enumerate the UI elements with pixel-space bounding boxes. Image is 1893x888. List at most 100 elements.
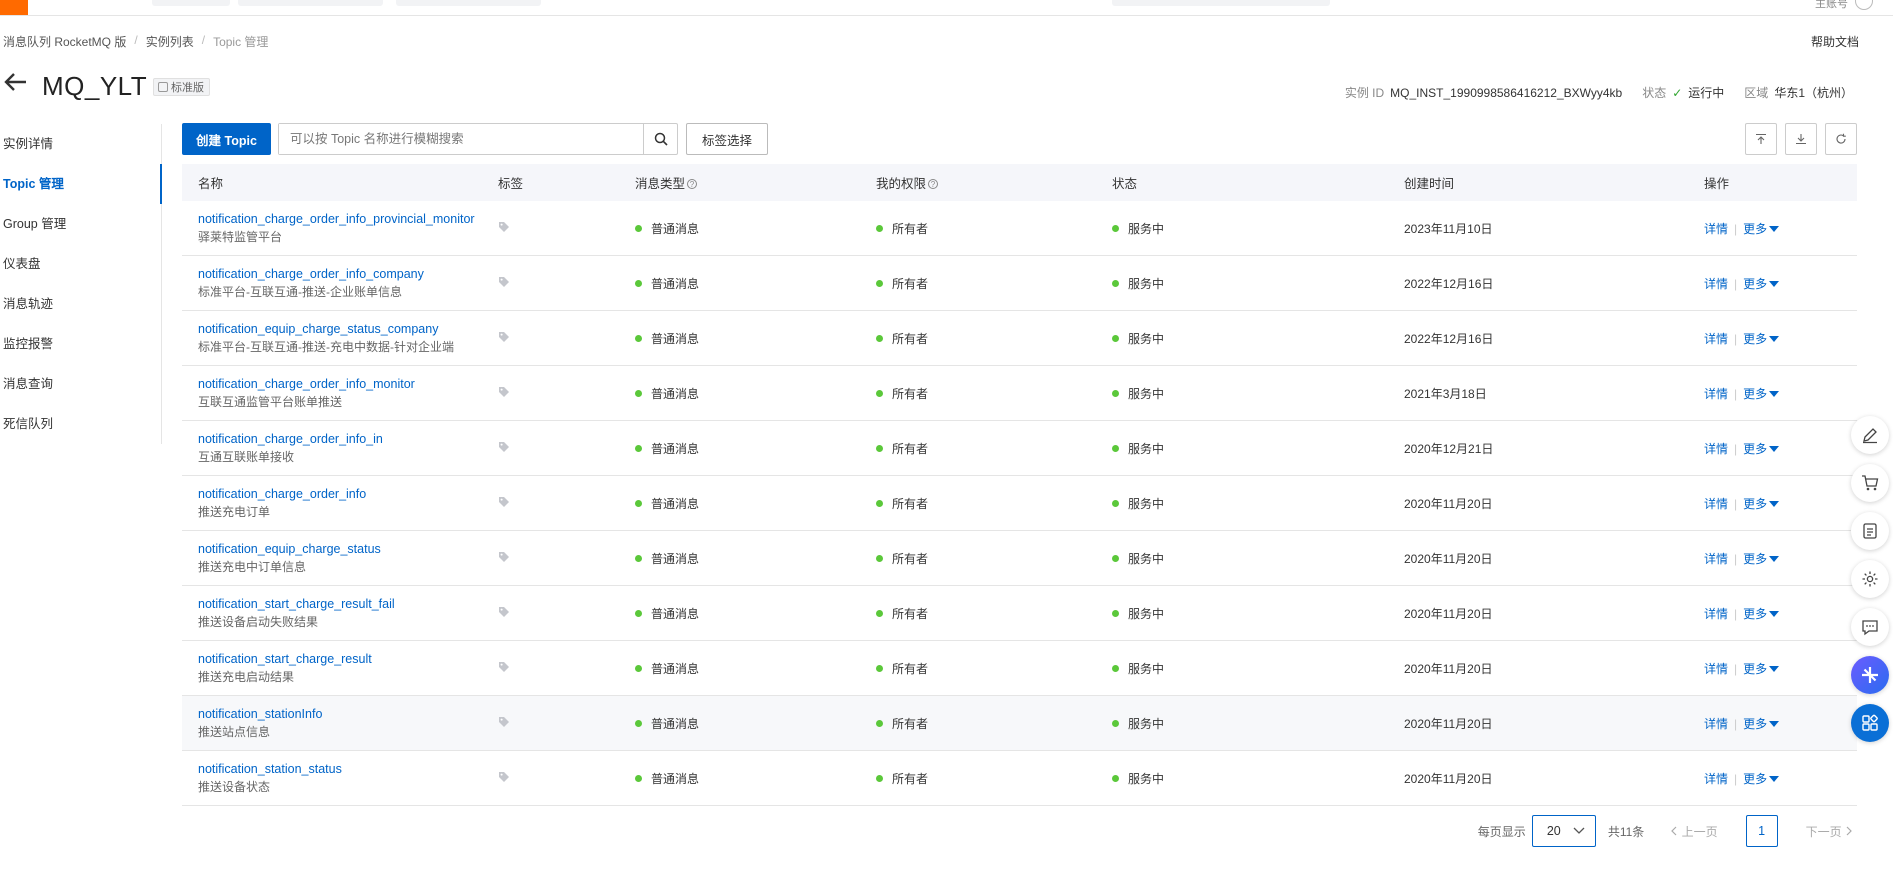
topic-name-link[interactable]: notification_start_charge_result_fail — [198, 595, 498, 613]
more-dropdown[interactable]: 更多 — [1743, 442, 1780, 456]
more-dropdown[interactable]: 更多 — [1743, 332, 1780, 346]
message-type-value: 普通消息 — [651, 661, 700, 676]
detail-link[interactable]: 详情 — [1704, 222, 1728, 236]
permission-value: 所有者 — [892, 551, 929, 566]
detail-link[interactable]: 详情 — [1704, 662, 1728, 676]
sidebar-item-monitoring-alerts[interactable]: 监控报警 — [0, 324, 161, 364]
tag-cell[interactable] — [498, 276, 635, 291]
next-page-button[interactable]: 下一页 — [1806, 823, 1853, 840]
detail-link[interactable]: 详情 — [1704, 552, 1728, 566]
back-arrow-icon[interactable] — [4, 72, 28, 97]
actions-cell: 详情 | 更多 — [1704, 770, 1857, 787]
more-dropdown[interactable]: 更多 — [1743, 772, 1780, 786]
sidebar-item-instance-detail[interactable]: 实例详情 — [0, 124, 161, 164]
more-dropdown[interactable]: 更多 — [1743, 552, 1780, 566]
detail-link[interactable]: 详情 — [1704, 332, 1728, 346]
top-nav-tab[interactable] — [238, 0, 383, 6]
cart-tool-button[interactable] — [1851, 464, 1889, 502]
topic-name-link[interactable]: notification_start_charge_result — [198, 650, 498, 668]
tag-select-button[interactable]: 标签选择 — [686, 123, 768, 155]
help-docs-link[interactable]: 帮助文档 — [1811, 33, 1859, 50]
edition-icon — [158, 82, 168, 92]
search-button[interactable] — [643, 124, 677, 154]
topic-name-cell: notification_charge_order_info_in 互通互联账单接… — [182, 430, 498, 466]
topic-name-link[interactable]: notification_charge_order_info_in — [198, 430, 498, 448]
tag-cell[interactable] — [498, 386, 635, 401]
tag-cell[interactable] — [498, 551, 635, 566]
page-size-select[interactable]: 20 — [1531, 815, 1596, 847]
detail-link[interactable]: 详情 — [1704, 607, 1728, 621]
ai-assistant-button[interactable] — [1851, 656, 1889, 694]
create-topic-button[interactable]: 创建 Topic — [182, 123, 271, 155]
permission-cell: 所有者 — [876, 330, 1112, 347]
topic-name-link[interactable]: notification_equip_charge_status — [198, 540, 498, 558]
page-number-current[interactable]: 1 — [1745, 815, 1778, 847]
tag-cell[interactable] — [498, 661, 635, 676]
topic-name-link[interactable]: notification_charge_order_info — [198, 485, 498, 503]
detail-link[interactable]: 详情 — [1704, 442, 1728, 456]
status-value: 服务中 — [1128, 661, 1165, 676]
tag-cell[interactable] — [498, 331, 635, 346]
tag-cell[interactable] — [498, 496, 635, 511]
export-button[interactable] — [1745, 123, 1777, 155]
topic-name-link[interactable]: notification_charge_order_info_company — [198, 265, 498, 283]
sidebar-item-group-management[interactable]: Group 管理 — [0, 204, 161, 244]
more-dropdown[interactable]: 更多 — [1743, 662, 1780, 676]
download-button[interactable] — [1785, 123, 1817, 155]
status-dot — [635, 224, 642, 232]
chat-tool-button[interactable] — [1851, 608, 1889, 646]
console-logo[interactable] — [0, 0, 28, 15]
topic-name-link[interactable]: notification_equip_charge_status_company — [198, 320, 498, 338]
page-title: MQ_YLT — [42, 71, 148, 101]
topic-name-link[interactable]: notification_stationInfo — [198, 705, 498, 723]
prev-page-button[interactable]: 上一页 — [1670, 823, 1718, 840]
sidebar-item-dashboard[interactable]: 仪表盘 — [0, 244, 161, 284]
status-cell: 服务中 — [1112, 660, 1404, 677]
more-dropdown[interactable]: 更多 — [1743, 497, 1780, 511]
help-icon[interactable]: ? — [928, 179, 939, 189]
tag-cell[interactable] — [498, 441, 635, 456]
more-dropdown[interactable]: 更多 — [1743, 222, 1780, 236]
api-tool-button[interactable] — [1851, 512, 1889, 550]
more-dropdown[interactable]: 更多 — [1743, 387, 1780, 401]
tag-cell[interactable] — [498, 606, 635, 621]
top-nav-tab[interactable] — [152, 0, 230, 6]
avatar[interactable] — [1855, 0, 1873, 10]
detail-link[interactable]: 详情 — [1704, 497, 1728, 511]
breadcrumb-item[interactable]: 消息队列 RocketMQ 版 — [3, 33, 126, 50]
top-nav-tab[interactable] — [396, 0, 541, 6]
detail-link[interactable]: 详情 — [1704, 772, 1728, 786]
topic-name-link[interactable]: notification_charge_order_info_monitor — [198, 375, 498, 393]
breadcrumb-item[interactable]: 实例列表 — [146, 33, 194, 50]
status-dot — [1112, 664, 1119, 672]
more-dropdown[interactable]: 更多 — [1743, 607, 1780, 621]
detail-link[interactable]: 详情 — [1704, 387, 1728, 401]
refresh-button[interactable] — [1825, 123, 1857, 155]
actions-cell: 详情 | 更多 — [1704, 715, 1857, 732]
sidebar-item-dead-letter-queue[interactable]: 死信队列 — [0, 404, 161, 444]
tag-cell[interactable] — [498, 221, 635, 236]
account-name[interactable]: 主账号 — [1815, 0, 1848, 11]
actions-cell: 详情 | 更多 — [1704, 440, 1857, 457]
detail-link[interactable]: 详情 — [1704, 717, 1728, 731]
edit-tool-button[interactable] — [1851, 416, 1889, 454]
sidebar-item-message-trace[interactable]: 消息轨迹 — [0, 284, 161, 324]
tag-cell[interactable] — [498, 716, 635, 731]
sidebar-item-topic-management[interactable]: Topic 管理 — [0, 164, 162, 204]
more-dropdown[interactable]: 更多 — [1743, 277, 1780, 291]
search-input[interactable] — [279, 124, 643, 154]
status-dot — [876, 444, 883, 452]
more-dropdown[interactable]: 更多 — [1743, 717, 1780, 731]
tag-cell[interactable] — [498, 771, 635, 786]
detail-link[interactable]: 详情 — [1704, 277, 1728, 291]
sidebar-item-message-query[interactable]: 消息查询 — [0, 364, 161, 404]
help-icon[interactable]: ? — [687, 179, 698, 189]
status-dot — [1112, 774, 1119, 782]
settings-tool-button[interactable] — [1851, 560, 1889, 598]
tag-icon — [499, 551, 509, 562]
message-type-value: 普通消息 — [651, 551, 700, 566]
topic-name-link[interactable]: notification_station_status — [198, 760, 498, 778]
top-search-box[interactable] — [1112, 0, 1330, 6]
apps-menu-button[interactable] — [1851, 704, 1889, 742]
topic-name-link[interactable]: notification_charge_order_info_provincia… — [198, 210, 498, 228]
